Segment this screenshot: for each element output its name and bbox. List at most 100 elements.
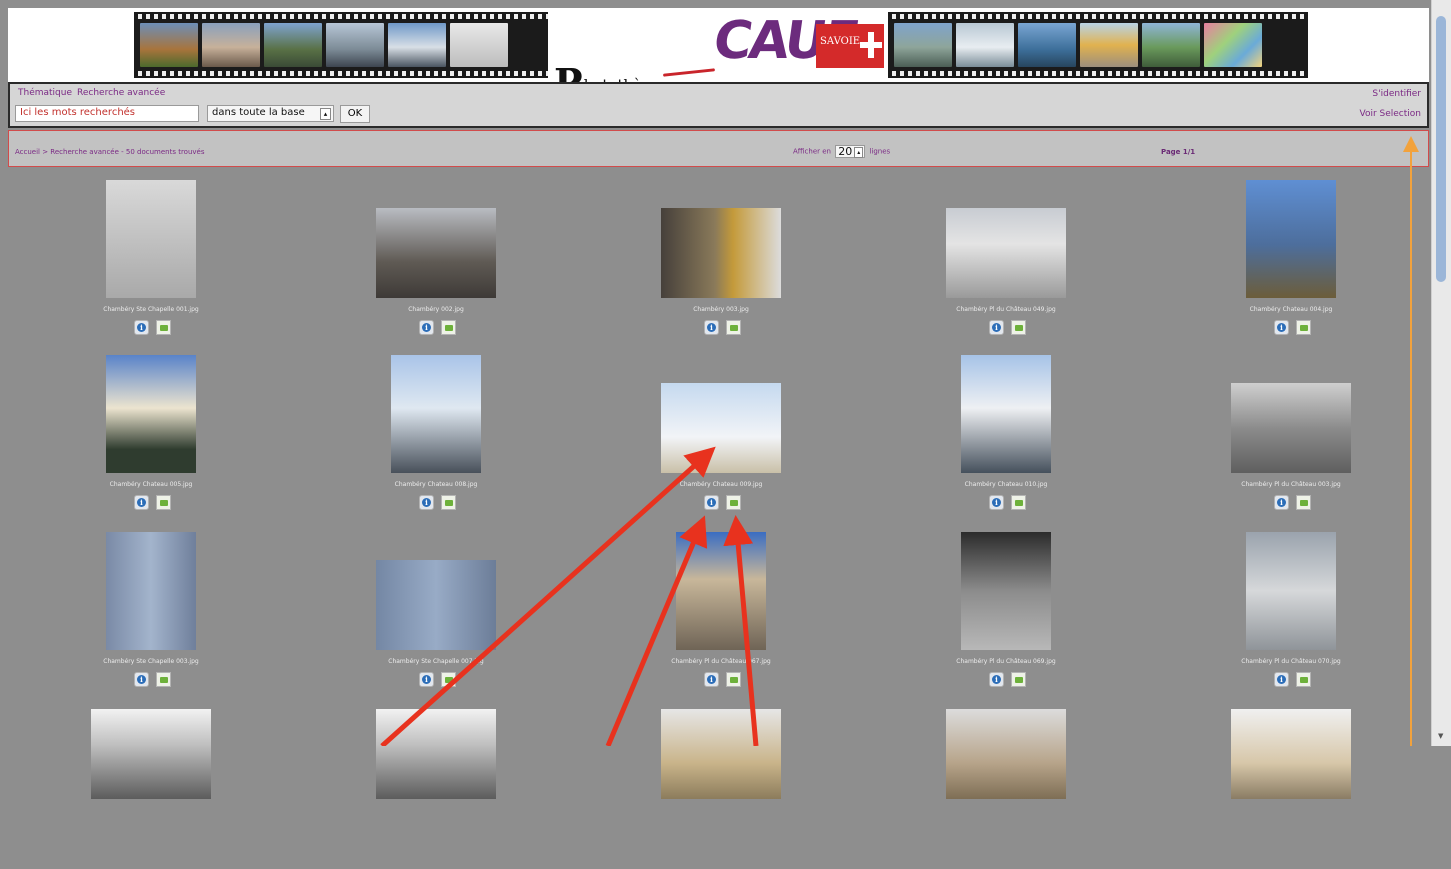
result-card: Chambéry Chateau 004.jpg — [1156, 168, 1426, 340]
info-icon[interactable] — [989, 320, 1004, 335]
result-card: Chambéry 002.jpg — [301, 168, 571, 340]
info-icon[interactable] — [989, 672, 1004, 687]
result-card: Chambéry Chateau 005.jpg — [16, 343, 286, 515]
result-card: Chambéry Ste Chapelle 001.jpg — [16, 168, 286, 340]
result-caption: Chambéry Pl du Château 049.jpg — [956, 306, 1056, 313]
result-thumbnail[interactable] — [661, 208, 781, 298]
add-to-selection-icon[interactable] — [156, 320, 171, 335]
scroll-down-icon[interactable]: ▼ — [1438, 732, 1443, 740]
search-ok-button[interactable]: OK — [340, 105, 370, 123]
info-icon[interactable] — [704, 320, 719, 335]
vertical-scrollbar[interactable]: ▼ — [1431, 0, 1451, 746]
result-thumbnail[interactable] — [91, 709, 211, 799]
add-to-selection-icon[interactable] — [1296, 672, 1311, 687]
result-thumbnail[interactable] — [1231, 709, 1351, 799]
result-thumbnail[interactable] — [106, 180, 196, 298]
result-caption: Chambéry 002.jpg — [408, 306, 464, 313]
info-icon[interactable] — [704, 672, 719, 687]
result-caption: Chambéry Chateau 010.jpg — [964, 481, 1048, 488]
result-thumbnail[interactable] — [1246, 532, 1336, 650]
add-to-selection-icon[interactable] — [1296, 495, 1311, 510]
per-page-control: Afficher en 20 ▴ lignes — [793, 145, 890, 158]
info-icon[interactable] — [1274, 672, 1289, 687]
result-thumbnail[interactable] — [961, 532, 1051, 650]
result-actions — [301, 495, 571, 511]
result-thumbnail[interactable] — [1231, 383, 1351, 473]
result-thumbnail[interactable] — [661, 709, 781, 799]
result-actions — [586, 320, 856, 336]
result-thumbnail[interactable] — [946, 709, 1066, 799]
tab-thematique[interactable]: Thématique — [18, 88, 72, 98]
tab-recherche-avancee[interactable]: Recherche avancée — [77, 88, 165, 98]
info-icon[interactable] — [1274, 495, 1289, 510]
results-info-bar: Accueil > Recherche avancée - 50 documen… — [8, 130, 1429, 167]
view-selection-link[interactable]: Voir Selection — [1359, 109, 1421, 119]
film-photo — [264, 23, 322, 67]
login-link[interactable]: S'identifier — [1372, 89, 1421, 99]
info-icon[interactable] — [419, 495, 434, 510]
result-actions — [1156, 672, 1426, 688]
select-arrow-icon: ▴ — [320, 108, 331, 120]
info-icon[interactable] — [134, 495, 149, 510]
add-to-selection-icon[interactable] — [726, 495, 741, 510]
result-actions — [16, 320, 286, 336]
result-thumbnail[interactable] — [391, 355, 481, 473]
info-icon[interactable] — [134, 320, 149, 335]
result-actions — [16, 495, 286, 511]
result-thumbnail[interactable] — [106, 355, 196, 473]
breadcrumb[interactable]: Accueil > Recherche avancée - 50 documen… — [15, 148, 205, 156]
add-to-selection-icon[interactable] — [1011, 672, 1026, 687]
info-icon[interactable] — [989, 495, 1004, 510]
info-icon[interactable] — [134, 672, 149, 687]
per-page-value: 20 — [838, 145, 853, 158]
result-card: Chambéry Pl du Château 069.jpg — [871, 520, 1141, 692]
add-to-selection-icon[interactable] — [726, 320, 741, 335]
info-icon[interactable] — [1274, 320, 1289, 335]
add-to-selection-icon[interactable] — [156, 672, 171, 687]
add-to-selection-icon[interactable] — [726, 672, 741, 687]
result-card: Chambéry Ste Chapelle 003.jpg — [16, 520, 286, 692]
result-card — [586, 697, 856, 869]
result-caption: Chambéry Pl du Château 067.jpg — [671, 658, 771, 665]
scrollbar-thumb[interactable] — [1436, 16, 1446, 282]
add-to-selection-icon[interactable] — [1011, 495, 1026, 510]
per-page-select[interactable]: 20 ▴ — [835, 145, 866, 158]
film-photo — [202, 23, 260, 67]
add-to-selection-icon[interactable] — [1296, 320, 1311, 335]
result-thumbnail[interactable] — [376, 709, 496, 799]
result-actions — [871, 672, 1141, 688]
result-actions — [871, 320, 1141, 336]
result-caption: Chambéry Ste Chapelle 003.jpg — [103, 658, 199, 665]
result-caption: Chambéry Pl du Château 070.jpg — [1241, 658, 1341, 665]
result-caption: Chambéry Pl du Château 069.jpg — [956, 658, 1056, 665]
result-actions — [301, 672, 571, 688]
add-to-selection-icon[interactable] — [156, 495, 171, 510]
add-to-selection-icon[interactable] — [441, 320, 456, 335]
result-caption: Chambéry Ste Chapelle 007.jpg — [388, 658, 484, 665]
result-card: Chambéry Pl du Château 003.jpg — [1156, 343, 1426, 515]
result-thumbnail[interactable] — [676, 532, 766, 650]
info-icon[interactable] — [704, 495, 719, 510]
add-to-selection-icon[interactable] — [1011, 320, 1026, 335]
result-actions — [586, 495, 856, 511]
add-to-selection-icon[interactable] — [441, 672, 456, 687]
result-thumbnail[interactable] — [376, 208, 496, 298]
result-card: Chambéry Chateau 009.jpg — [586, 343, 856, 515]
info-icon[interactable] — [419, 320, 434, 335]
film-photo — [1080, 23, 1138, 67]
add-to-selection-icon[interactable] — [441, 495, 456, 510]
nav-tabs: Thématique Recherche avancée — [18, 88, 170, 98]
result-thumbnail[interactable] — [376, 560, 496, 650]
result-thumbnail[interactable] — [661, 383, 781, 473]
page-indicator: Page 1/1 — [1161, 148, 1196, 156]
result-thumbnail[interactable] — [961, 355, 1051, 473]
result-thumbnail[interactable] — [1246, 180, 1336, 298]
info-icon[interactable] — [419, 672, 434, 687]
search-input[interactable]: Ici les mots recherchés — [15, 105, 199, 122]
search-scope-select[interactable]: dans toute la base ▴ — [207, 105, 334, 122]
result-actions — [16, 672, 286, 688]
result-thumbnail[interactable] — [106, 532, 196, 650]
result-actions — [586, 672, 856, 688]
result-thumbnail[interactable] — [946, 208, 1066, 298]
per-page-suffix: lignes — [869, 147, 891, 156]
